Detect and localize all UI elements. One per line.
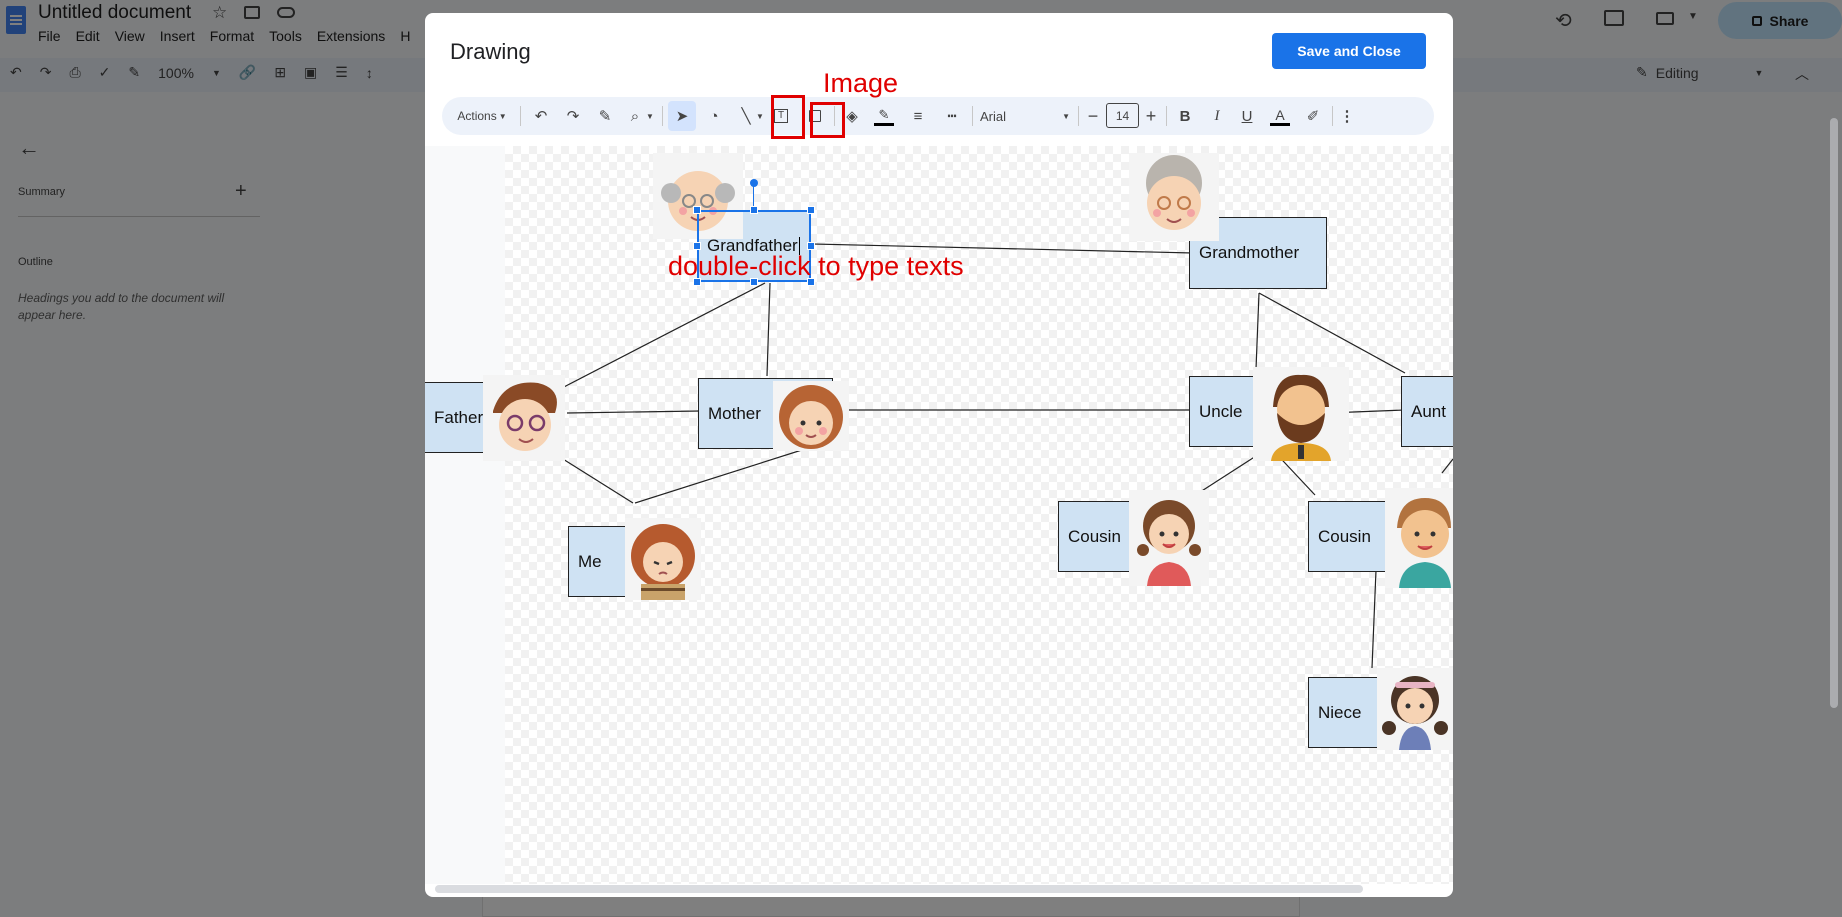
connector-father-mother (566, 410, 701, 414)
grandfather-avatar[interactable] (653, 153, 743, 239)
connector-cousin2-niece (1371, 569, 1377, 669)
node-cousin-right[interactable]: Cousin (1308, 501, 1388, 572)
me-avatar[interactable] (625, 518, 701, 600)
node-aunt[interactable]: Aunt (1401, 376, 1453, 447)
node-uncle-label: Uncle (1199, 401, 1243, 421)
drawing-dialog: Drawing Save and Close Actions ▼ ↶ ↷ ✎ ⌕… (425, 13, 1453, 897)
node-grandmother-label: Grandmother (1199, 243, 1300, 262)
node-me-label: Me (578, 551, 602, 571)
node-cousin-left-label: Cousin (1068, 526, 1121, 546)
connector-mother-me (634, 448, 806, 504)
rotate-handle[interactable] (750, 179, 758, 187)
cousin-boy-avatar[interactable] (1385, 488, 1453, 588)
node-niece-label: Niece (1318, 702, 1362, 722)
connector-grandfather-father (559, 282, 766, 390)
node-uncle[interactable]: Uncle (1189, 376, 1259, 447)
horizontal-scrollbar[interactable] (435, 885, 1363, 893)
cousin-girl-avatar[interactable] (1129, 490, 1209, 586)
resize-handle-e[interactable] (807, 242, 815, 250)
node-father[interactable]: Father (425, 382, 484, 453)
grandmother-avatar[interactable] (1129, 153, 1219, 241)
node-mother-label: Mother (708, 403, 761, 423)
connector-aunt-offscreen (1441, 458, 1453, 474)
niece-avatar[interactable] (1377, 668, 1453, 750)
double-click-annotation: double-click to type texts (668, 251, 964, 281)
node-cousin-right-label: Cousin (1318, 526, 1371, 546)
node-cousin-left[interactable]: Cousin (1058, 501, 1138, 572)
resize-handle-ne[interactable] (807, 206, 815, 214)
resize-handle-nw[interactable] (693, 206, 701, 214)
resize-handle-n[interactable] (750, 206, 758, 214)
connector-grandmother-aunt (1258, 292, 1406, 374)
page-scrollbar[interactable] (1830, 118, 1838, 708)
uncle-avatar[interactable] (1253, 367, 1349, 461)
node-aunt-label: Aunt (1411, 401, 1446, 421)
connector-grandmother-uncle (1255, 292, 1260, 370)
father-avatar[interactable] (483, 375, 565, 461)
node-me[interactable]: Me (568, 526, 628, 597)
connector-grandfather-mother (766, 282, 771, 377)
node-father-label: Father (434, 407, 484, 427)
mother-avatar[interactable] (773, 381, 849, 451)
resize-handle-w[interactable] (693, 242, 701, 250)
node-niece[interactable]: Niece (1308, 677, 1378, 748)
